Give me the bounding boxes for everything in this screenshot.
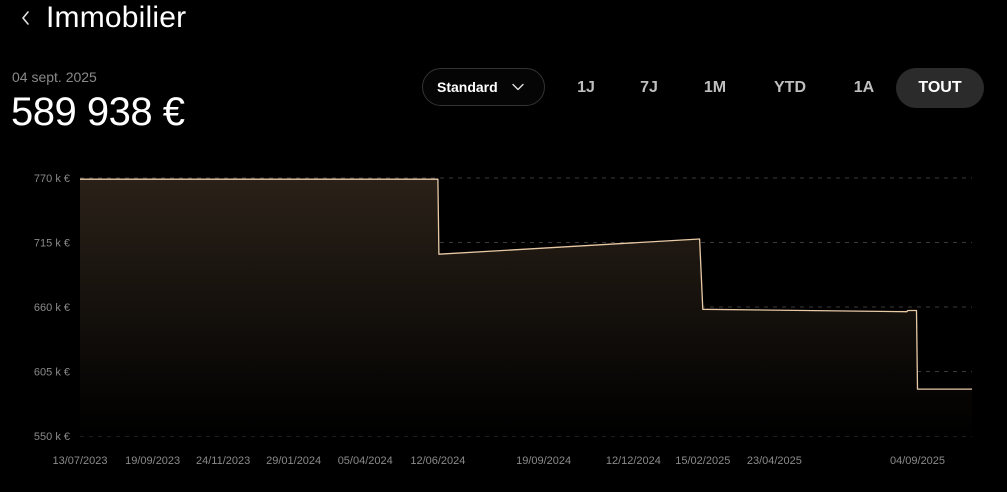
total-value: 589 938 € bbox=[11, 90, 185, 134]
x-tick-label: 12/06/2024 bbox=[410, 455, 465, 467]
x-tick-label: 12/12/2024 bbox=[606, 455, 661, 467]
chevron-down-icon bbox=[511, 83, 524, 91]
x-tick-label: 29/01/2024 bbox=[266, 455, 321, 467]
x-tick-label: 19/09/2024 bbox=[516, 455, 571, 467]
series-area bbox=[80, 179, 972, 436]
range-tout-button[interactable]: TOUT bbox=[896, 68, 984, 108]
range-1m-button[interactable]: 1M bbox=[682, 68, 748, 108]
x-tick-label: 24/11/2023 bbox=[196, 455, 250, 467]
mode-select[interactable]: Standard bbox=[422, 68, 545, 106]
x-tick-label: 05/04/2024 bbox=[338, 455, 393, 467]
x-tick-label: 19/09/2023 bbox=[125, 455, 180, 467]
back-button[interactable] bbox=[12, 2, 40, 34]
page-title: Immobilier bbox=[46, 1, 187, 34]
selected-date: 04 sept. 2025 bbox=[12, 69, 97, 85]
range-ytd-button[interactable]: YTD bbox=[748, 68, 832, 108]
y-tick-label: 770 k € bbox=[34, 173, 70, 185]
x-tick-label: 04/09/2025 bbox=[890, 455, 945, 467]
x-tick-label: 23/04/2025 bbox=[747, 455, 802, 467]
value-chart-svg: 550 k € 605 k € 660 k € 715 k € 770 k € 13/07… bbox=[34, 173, 972, 467]
y-tick-label: 715 k € bbox=[34, 238, 70, 250]
value-chart[interactable]: 550 k € 605 k € 660 k € 715 k € 770 k € 13/07… bbox=[0, 140, 1007, 492]
y-tick-label: 605 k € bbox=[34, 367, 70, 379]
range-1j-button[interactable]: 1J bbox=[556, 68, 616, 108]
range-1a-button[interactable]: 1A bbox=[832, 68, 896, 108]
time-range-selector: 1J 7J 1M YTD 1A TOUT bbox=[556, 68, 984, 108]
x-tick-label: 15/02/2025 bbox=[675, 455, 730, 467]
x-tick-label: 13/07/2023 bbox=[52, 455, 107, 467]
y-tick-label: 550 k € bbox=[34, 431, 70, 443]
range-7j-button[interactable]: 7J bbox=[616, 68, 682, 108]
chevron-left-icon bbox=[22, 11, 29, 25]
mode-select-label: Standard bbox=[437, 79, 498, 95]
y-tick-label: 660 k € bbox=[34, 302, 70, 314]
